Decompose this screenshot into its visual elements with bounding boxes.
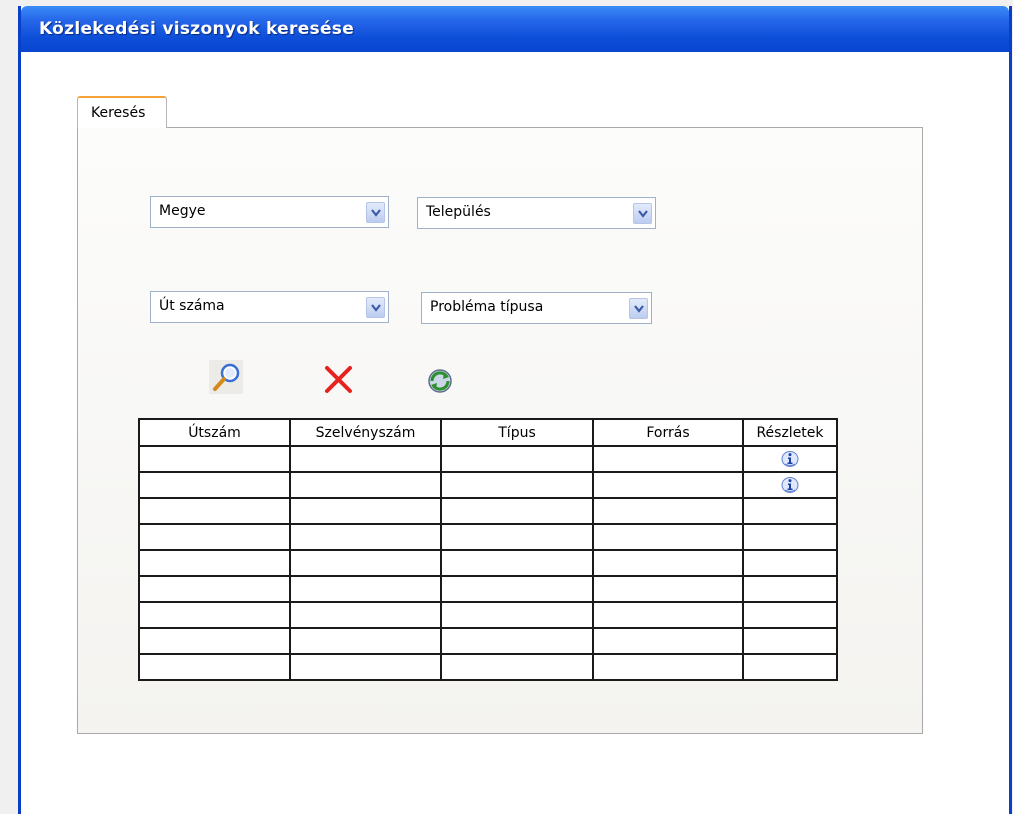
table-cell	[592, 575, 744, 603]
settlement-select-dropdown-button[interactable]	[633, 203, 652, 224]
column-header-source[interactable]: Forrás	[592, 418, 744, 447]
table-cell	[289, 653, 442, 681]
county-select[interactable]: Megye	[150, 196, 389, 228]
table-cell	[138, 627, 291, 655]
results-table: Útszám Szelvényszám Típus Forrás Részlet…	[138, 418, 838, 681]
road-number-select[interactable]: Út száma	[150, 291, 389, 323]
table-cell	[742, 575, 838, 603]
info-icon[interactable]	[781, 476, 799, 494]
chevron-down-icon	[638, 210, 648, 218]
table-row[interactable]	[138, 601, 838, 629]
table-row[interactable]	[138, 523, 838, 551]
table-cell	[742, 653, 838, 681]
table-cell	[440, 445, 594, 473]
results-table-body	[138, 445, 838, 681]
table-header-row: Útszám Szelvényszám Típus Forrás Részlet…	[138, 418, 838, 447]
table-cell	[138, 653, 291, 681]
problem-type-select-value: Probléma típusa	[430, 299, 544, 315]
table-row[interactable]	[138, 575, 838, 603]
table-cell	[440, 471, 594, 499]
table-cell	[138, 445, 291, 473]
table-cell	[440, 497, 594, 525]
settlement-select-value: Település	[426, 204, 491, 220]
table-row[interactable]	[138, 471, 838, 499]
table-cell	[592, 601, 744, 629]
title-bar[interactable]: Közlekedési viszonyok keresése	[21, 6, 1009, 52]
tab-search[interactable]: Keresés	[77, 96, 167, 128]
table-cell	[440, 627, 594, 655]
table-cell	[592, 523, 744, 551]
refresh-icon	[428, 369, 452, 393]
table-cell	[742, 601, 838, 629]
table-cell	[289, 601, 442, 629]
app-window: Közlekedési viszonyok keresése Keresés M…	[18, 6, 1012, 814]
column-header-road-number[interactable]: Útszám	[138, 418, 291, 447]
details-cell[interactable]	[742, 445, 838, 473]
road-number-select-dropdown-button[interactable]	[366, 297, 385, 318]
table-cell	[440, 601, 594, 629]
table-row[interactable]	[138, 549, 838, 577]
table-row[interactable]	[138, 497, 838, 525]
table-cell	[742, 549, 838, 577]
road-number-select-value: Út száma	[159, 298, 225, 314]
table-cell	[289, 627, 442, 655]
table-cell	[592, 497, 744, 525]
tab-search-label: Keresés	[91, 105, 146, 121]
table-cell	[138, 575, 291, 603]
table-cell	[440, 575, 594, 603]
table-cell	[742, 497, 838, 525]
chevron-down-icon	[371, 209, 381, 217]
table-cell	[289, 523, 442, 551]
column-header-details[interactable]: Részletek	[742, 418, 838, 447]
refresh-button[interactable]	[423, 364, 457, 398]
settlement-select[interactable]: Település	[417, 197, 656, 229]
window-title: Közlekedési viszonyok keresése	[39, 19, 355, 39]
table-cell	[138, 601, 291, 629]
table-cell	[289, 497, 442, 525]
search-icon	[213, 363, 240, 391]
table-cell	[592, 653, 744, 681]
search-button[interactable]	[209, 360, 243, 394]
table-cell	[138, 497, 291, 525]
table-cell	[138, 523, 291, 551]
table-cell	[440, 653, 594, 681]
table-cell	[289, 445, 442, 473]
table-cell	[592, 445, 744, 473]
county-select-value: Megye	[159, 203, 206, 219]
table-cell	[742, 627, 838, 655]
county-select-dropdown-button[interactable]	[366, 202, 385, 223]
table-cell	[440, 523, 594, 551]
problem-type-select[interactable]: Probléma típusa	[421, 292, 652, 324]
column-header-type[interactable]: Típus	[440, 418, 594, 447]
table-cell	[289, 575, 442, 603]
clear-button[interactable]	[322, 363, 356, 397]
table-row[interactable]	[138, 445, 838, 473]
table-row[interactable]	[138, 627, 838, 655]
details-cell[interactable]	[742, 471, 838, 499]
table-cell	[440, 549, 594, 577]
table-cell	[289, 549, 442, 577]
chevron-down-icon	[634, 305, 644, 313]
table-cell	[138, 549, 291, 577]
table-cell	[742, 523, 838, 551]
table-cell	[592, 549, 744, 577]
table-cell	[289, 471, 442, 499]
search-panel: Megye Település Út száma Probléma típusa	[77, 127, 923, 734]
table-cell	[138, 471, 291, 499]
table-cell	[592, 471, 744, 499]
chevron-down-icon	[371, 304, 381, 312]
table-cell	[592, 627, 744, 655]
table-row[interactable]	[138, 653, 838, 681]
info-icon[interactable]	[781, 450, 799, 468]
clear-icon	[325, 366, 352, 393]
problem-type-select-dropdown-button[interactable]	[629, 298, 648, 319]
column-header-section-number[interactable]: Szelvényszám	[289, 418, 442, 447]
